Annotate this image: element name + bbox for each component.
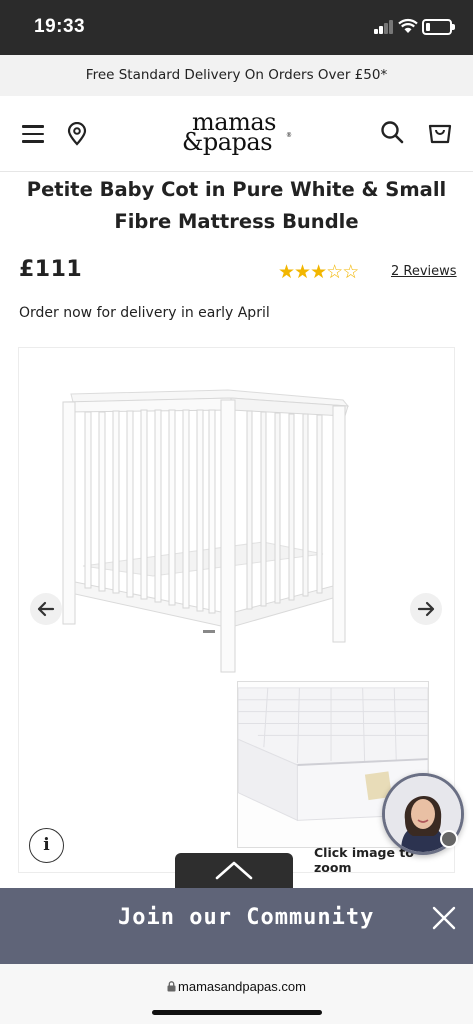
previous-image-button[interactable] <box>30 593 62 625</box>
search-icon[interactable] <box>380 120 404 144</box>
expand-panel-button[interactable] <box>175 853 293 891</box>
location-pin-icon[interactable] <box>66 122 88 146</box>
arrow-left-icon <box>37 601 55 617</box>
lock-icon <box>167 981 176 992</box>
registered-mark: ® <box>286 132 292 139</box>
star-empty-icon: ☆ <box>326 261 344 283</box>
next-image-button[interactable] <box>410 593 442 625</box>
status-bar: 19:33 <box>0 0 473 55</box>
product-title: Petite Baby Cot in Pure White & Small Fi… <box>26 178 447 233</box>
logo-line-2: &papas <box>182 128 273 156</box>
community-banner[interactable]: Join our Community <box>0 888 473 964</box>
star-empty-icon: ☆ <box>342 261 360 283</box>
cot-image[interactable] <box>53 376 353 676</box>
chat-status-dot <box>440 830 458 848</box>
menu-icon[interactable] <box>22 125 44 143</box>
battery-icon <box>422 19 455 35</box>
star-filled-icon: ★ <box>278 261 296 283</box>
url-text: mamasandpapas.com <box>178 979 306 994</box>
browser-address-bar[interactable]: mamasandpapas.com <box>0 964 473 1024</box>
rating-stars[interactable]: ★★★☆☆ <box>278 261 360 283</box>
info-button[interactable]: i <box>29 828 64 863</box>
arrow-right-icon <box>417 601 435 617</box>
site-header: mamas &papas ® <box>0 96 473 172</box>
battery-level <box>426 23 430 31</box>
brand-logo[interactable]: mamas &papas ® <box>182 108 294 158</box>
star-filled-icon: ★ <box>310 261 328 283</box>
shopping-bag-icon[interactable] <box>427 120 453 144</box>
close-icon[interactable] <box>430 904 458 932</box>
delivery-note: Order now for delivery in early April <box>19 305 270 321</box>
chevron-up-icon <box>215 861 253 880</box>
home-indicator[interactable] <box>152 1010 322 1015</box>
reviews-link[interactable]: 2 Reviews <box>391 264 457 279</box>
url-display[interactable]: mamasandpapas.com <box>0 979 473 994</box>
cellular-signal-icon <box>374 20 394 34</box>
product-price: £111 <box>19 257 83 282</box>
status-time: 19:33 <box>34 16 86 37</box>
wifi-icon <box>398 18 418 33</box>
promo-banner[interactable]: Free Standard Delivery On Orders Over £5… <box>0 55 473 96</box>
community-label[interactable]: Join our Community <box>118 905 374 930</box>
star-filled-icon: ★ <box>294 261 312 283</box>
